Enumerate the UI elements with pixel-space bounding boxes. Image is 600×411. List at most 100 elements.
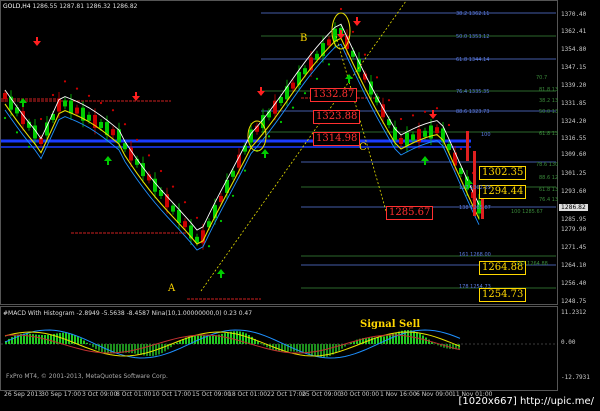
macd-histogram-bar — [239, 331, 241, 344]
sell-arrow-icon — [353, 17, 361, 26]
macd-histogram-bar — [371, 337, 373, 344]
parabolic-dot — [27, 145, 31, 148]
macd-histogram-bar — [209, 335, 211, 344]
parabolic-dot — [423, 110, 427, 113]
parabolic-dot — [327, 63, 331, 66]
macd-header: #MACD With Histogram -2.8949 -5.5638 -8.… — [3, 310, 253, 317]
parabolic-dot — [15, 131, 19, 134]
price-tick: 1316.55 — [561, 135, 587, 142]
macd-histogram-bar — [260, 343, 262, 344]
parabolic-dot — [219, 219, 223, 223]
macd-histogram-bar — [251, 336, 253, 344]
time-tick: 18 Oct 01:00 — [228, 391, 268, 398]
candle-body — [466, 131, 469, 161]
time-tick: 26 Sep 2013 — [4, 391, 43, 398]
time-tick: 3 Oct 09:00 — [82, 391, 118, 398]
time-tick: 25 Oct 09:00 — [302, 391, 342, 398]
parabolic-dot — [3, 116, 7, 120]
parabolic-dot — [63, 80, 67, 83]
candle-body — [423, 130, 427, 137]
price-tick: 1331.85 — [561, 100, 587, 107]
candle-body — [111, 129, 115, 136]
macd-histogram-bar — [89, 344, 91, 346]
sell-arrow-icon — [257, 87, 265, 96]
time-tick: 6 Nov 09:00 — [416, 391, 453, 398]
price-tick: 1271.45 — [561, 244, 587, 251]
macd-histogram-bar — [293, 344, 295, 352]
macd-tick: -12.7931 — [561, 374, 590, 381]
macd-tick: 11.2312 — [561, 309, 587, 316]
price-chart-canvas[interactable] — [1, 1, 559, 306]
fib-level-label: 70.7 — [536, 75, 548, 81]
price-tick: 1324.20 — [561, 118, 587, 125]
price-chart-pane[interactable]: GOLD,H4 1286.55 1287.81 1286.32 1286.82 … — [0, 0, 572, 306]
macd-histogram-bar — [80, 338, 82, 344]
macd-histogram-bar — [401, 330, 403, 344]
macd-histogram-bar — [173, 344, 175, 345]
time-tick: 30 Sep 17:00 — [41, 391, 82, 398]
candle-body — [171, 205, 175, 212]
buy-arrow-icon — [345, 74, 353, 83]
chart-header: GOLD,H4 1286.55 1287.81 1286.32 1286.82 — [3, 3, 137, 10]
parabolic-dot — [51, 93, 55, 97]
candle-body — [387, 119, 391, 126]
candle-body — [117, 129, 121, 143]
time-tick: 10 Oct 17:00 — [152, 391, 192, 398]
time-tick: 30 Oct 00:00 — [340, 391, 380, 398]
fib-level-label: 178 1254.73 — [459, 284, 491, 290]
macd-histogram-bar — [65, 332, 67, 344]
fib-level-label: 61.8 1344.14 — [456, 57, 490, 63]
parabolic-dot — [291, 106, 295, 109]
parabolic-dot — [339, 7, 343, 11]
wave-label-b: B — [300, 33, 308, 44]
candle-body — [3, 93, 7, 99]
macd-histogram-bar — [41, 335, 43, 344]
parabolic-dot — [195, 216, 199, 219]
candle-body — [183, 221, 187, 228]
time-tick: 1 Nov 16:00 — [380, 391, 417, 398]
parabolic-dot — [435, 107, 439, 110]
macd-histogram-bar — [314, 344, 316, 357]
buy-arrow-icon — [217, 269, 225, 278]
macd-histogram-bar — [263, 344, 265, 346]
price-axis[interactable]: 1370.40 1362.41 1354.80 1347.15 1339.20 … — [558, 0, 600, 305]
price-tick: 1370.40 — [561, 11, 587, 18]
macd-axis[interactable]: 11.2312 0.00 -12.7931 — [558, 306, 600, 391]
price-label: 1254.73 — [479, 288, 527, 302]
price-label: 1285.67 — [386, 206, 434, 220]
parabolic-dot — [267, 135, 271, 138]
candle-body — [69, 100, 73, 114]
macd-histogram-bar — [116, 344, 118, 354]
fib-level-label: 138 1285.87 — [459, 205, 491, 211]
site-caption: [1020x667] http://upic.me/ — [458, 396, 594, 407]
parabolic-dot — [183, 201, 187, 204]
parabolic-dot — [99, 101, 103, 105]
parabolic-dot — [123, 123, 127, 126]
parabolic-dot — [87, 94, 91, 97]
parabolic-dot — [159, 169, 163, 173]
candle-body — [405, 132, 409, 146]
parabolic-dot — [39, 117, 43, 121]
candle-body — [99, 122, 103, 128]
price-tick: 1248.75 — [561, 298, 587, 305]
parabolic-dot — [315, 77, 319, 80]
candle-body — [63, 100, 67, 107]
sell-arrow-icon — [33, 37, 41, 46]
buy-arrow-icon — [104, 156, 112, 165]
fib-level-label: 161 1268.00 — [459, 252, 491, 258]
macd-histogram-bar — [38, 334, 40, 344]
price-tick: 1279.90 — [561, 226, 587, 233]
macd-histogram-bar — [449, 344, 451, 349]
macd-histogram-bar — [86, 342, 88, 344]
parabolic-dot — [363, 53, 367, 56]
wave-label-a: A — [168, 283, 176, 294]
macd-histogram-bar — [224, 333, 226, 344]
copyright-watermark: FxPro MT4, © 2001-2013, MetaQuotes Softw… — [6, 373, 168, 380]
time-axis[interactable]: 26 Sep 2013 30 Sep 17:00 3 Oct 09:00 8 O… — [0, 391, 600, 411]
candle-body — [129, 147, 133, 161]
price-tick: 1293.60 — [561, 188, 587, 195]
parabolic-dot — [459, 147, 463, 151]
price-tick: 1347.15 — [561, 64, 587, 71]
candle-body — [399, 138, 403, 144]
macd-histogram-bar — [26, 333, 28, 344]
